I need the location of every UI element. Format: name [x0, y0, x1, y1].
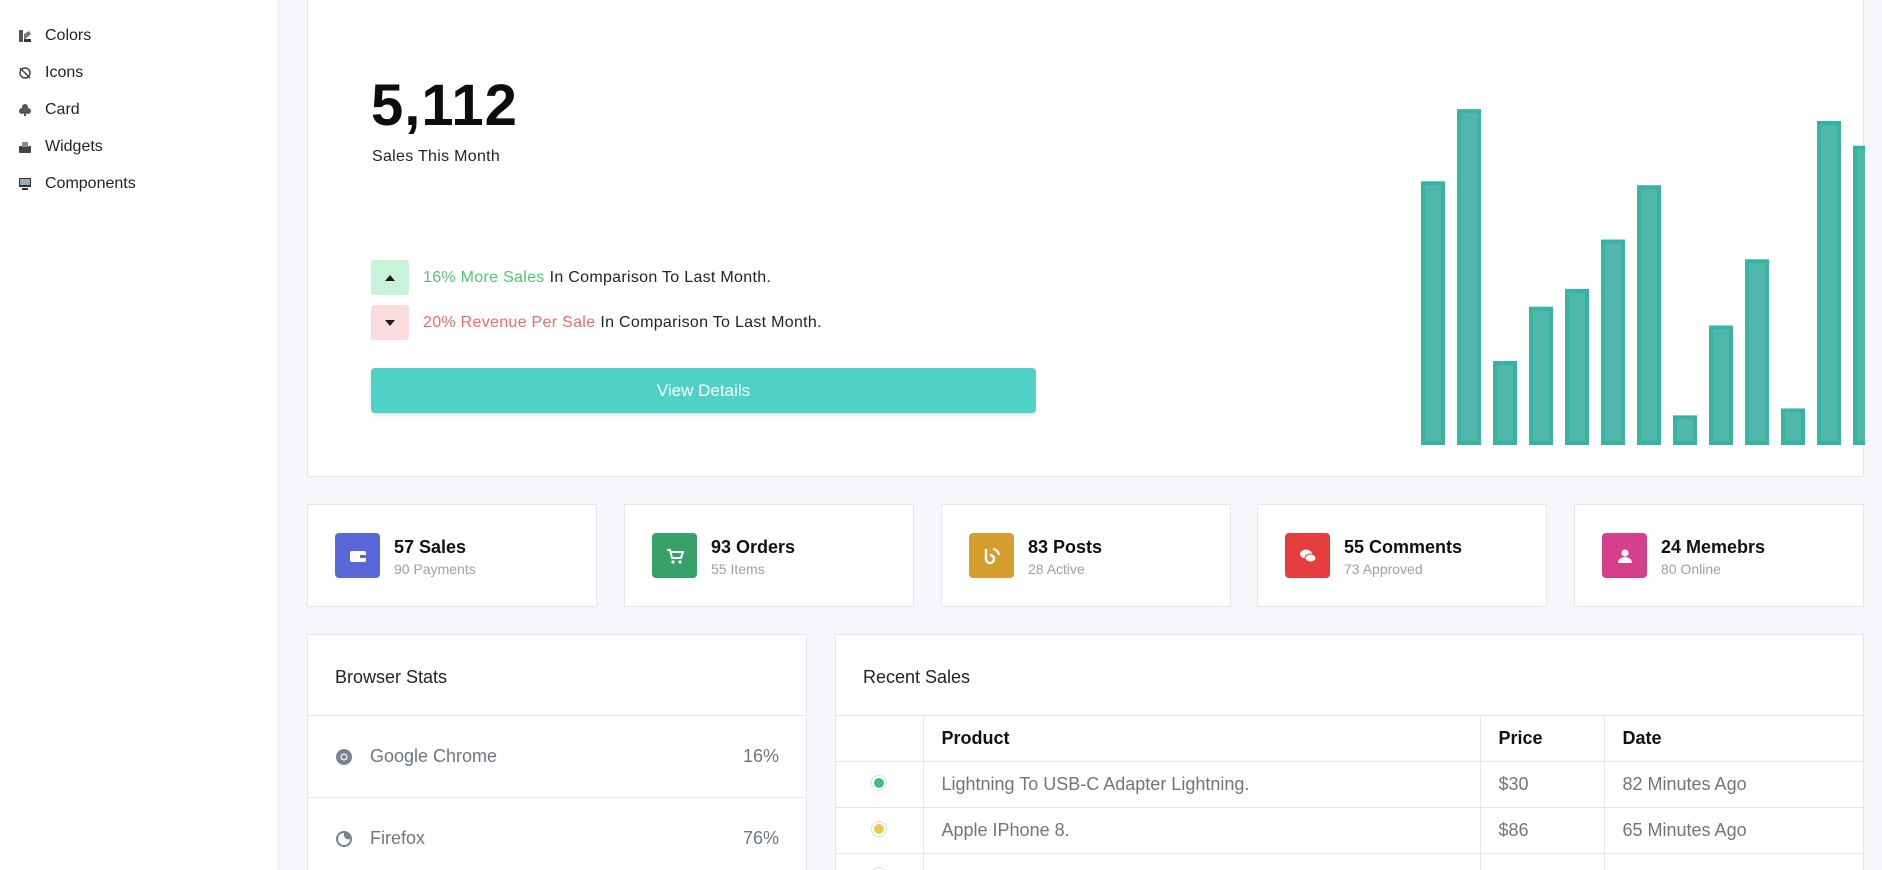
club-icon: [18, 103, 32, 117]
sidebar-item-label: Colors: [45, 26, 92, 44]
stat-title: 83 Posts: [1028, 537, 1103, 557]
stat-card-posts: 83 Posts 28 Active: [941, 504, 1231, 607]
price-cell: $86: [1479, 807, 1604, 854]
column-header-product: Product: [922, 715, 1480, 762]
table-row[interactable]: Lightning To USB-C Adapter Lightning. $3…: [836, 761, 1863, 808]
stat-title: 24 Memebrs: [1661, 537, 1766, 557]
date-cell: [1603, 853, 1863, 870]
firefox-icon: [336, 830, 352, 847]
stat-card-orders: 93 Orders 55 Items: [624, 504, 914, 607]
sidebar-item-label: Components: [45, 174, 136, 192]
browser-name: Google Chrome: [370, 746, 498, 766]
stat-title: 55 Comments: [1344, 537, 1463, 557]
stat-subtitle: 73 Approved: [1344, 561, 1423, 577]
panel-title: Recent Sales: [863, 667, 971, 687]
sidebar-item-colors[interactable]: Colors: [0, 17, 278, 54]
icons-icon: [18, 66, 32, 80]
stat-title: 57 Sales: [394, 537, 467, 557]
browser-stats-panel: Browser Stats Google Chrome 16% Firefox …: [307, 634, 807, 870]
chart-bar-inner: [1497, 365, 1513, 441]
recent-sales-table: Product Price Date Lightning To USB-C Ad…: [836, 715, 1863, 870]
stat-card-members: 24 Memebrs 80 Online: [1574, 504, 1864, 607]
table-row[interactable]: [836, 853, 1863, 870]
chart-bar-inner: [1569, 292, 1585, 441]
wallet-icon: [335, 533, 380, 578]
stat-card-comments: 55 Comments 73 Approved: [1257, 504, 1547, 607]
status-cell: [836, 807, 923, 854]
sidebar-item-widgets[interactable]: Widgets: [0, 128, 278, 165]
chart-bar-inner: [1533, 310, 1549, 441]
product-cell: [922, 853, 1480, 870]
stat-title: 93 Orders: [711, 537, 796, 557]
browser-row: Firefox 76%: [308, 798, 806, 870]
sidebar-item-label: Card: [45, 100, 80, 118]
date-cell: 82 Minutes Ago: [1603, 761, 1863, 808]
sales-bar-chart: [1421, 109, 1865, 446]
column-header-status: [836, 715, 923, 762]
browser-value: 76%: [742, 828, 779, 848]
recent-sales-panel: Recent Sales Product Price Date Lightnin…: [835, 634, 1864, 870]
user-icon: [1602, 533, 1647, 578]
chart-bar-inner: [1461, 113, 1477, 442]
panel-title: Browser Stats: [335, 667, 448, 687]
browser-row: Google Chrome 16%: [308, 716, 806, 798]
browser-name: Firefox: [370, 828, 426, 848]
chart-bar-inner: [1605, 243, 1621, 441]
product-cell: Lightning To USB-C Adapter Lightning.: [922, 761, 1480, 808]
status-dot: [872, 776, 887, 790]
chrome-icon: [336, 748, 352, 765]
sidebar: Colors Icons Card Widgets Components: [0, 0, 279, 870]
stat-subtitle: 90 Payments: [394, 561, 476, 577]
browser-value: 16%: [742, 746, 779, 766]
chart-bar-inner: [1425, 185, 1441, 441]
column-header-price: Price: [1479, 715, 1604, 762]
status-dot: [872, 822, 887, 836]
stat-subtitle: 80 Online: [1661, 561, 1721, 577]
status-cell: [836, 853, 923, 870]
stat-subtitle: 55 Items: [711, 561, 765, 577]
sidebar-item-components[interactable]: Components: [0, 165, 278, 202]
price-cell: $30: [1479, 761, 1604, 808]
chart-bar-inner: [1857, 149, 1865, 441]
price-cell: [1479, 853, 1604, 870]
column-header-date: Date: [1603, 715, 1863, 762]
chart-bar-inner: [1713, 329, 1729, 441]
sales-summary-card: 5,112 Sales This Month 16% More Sales In…: [307, 0, 1865, 477]
cart-icon: [652, 533, 697, 578]
chart-bar-inner: [1785, 412, 1801, 441]
chart-bar-inner: [1821, 125, 1837, 441]
stat-subtitle: 28 Active: [1028, 561, 1085, 577]
status-cell: [836, 761, 923, 808]
sidebar-item-label: Icons: [45, 63, 84, 81]
blog-icon: [969, 533, 1014, 578]
monitor-icon: [18, 177, 32, 191]
table-row[interactable]: Apple IPhone 8. $86 65 Minutes Ago: [836, 807, 1863, 854]
chart-bar-inner: [1749, 263, 1765, 441]
chart-bar-inner: [1641, 189, 1657, 441]
widget-icon: [18, 140, 32, 154]
sidebar-item-label: Widgets: [45, 137, 103, 155]
table-header-row: Product Price Date: [836, 715, 1863, 762]
chart-bar-inner: [1677, 419, 1693, 441]
comments-icon: [1285, 533, 1330, 578]
stat-card-sales: 57 Sales 90 Payments: [307, 504, 597, 607]
sidebar-item-icons[interactable]: Icons: [0, 54, 278, 91]
date-cell: 65 Minutes Ago: [1603, 807, 1863, 854]
sidebar-item-card[interactable]: Card: [0, 91, 278, 128]
product-cell: Apple IPhone 8.: [922, 807, 1480, 854]
palette-icon: [18, 29, 32, 43]
